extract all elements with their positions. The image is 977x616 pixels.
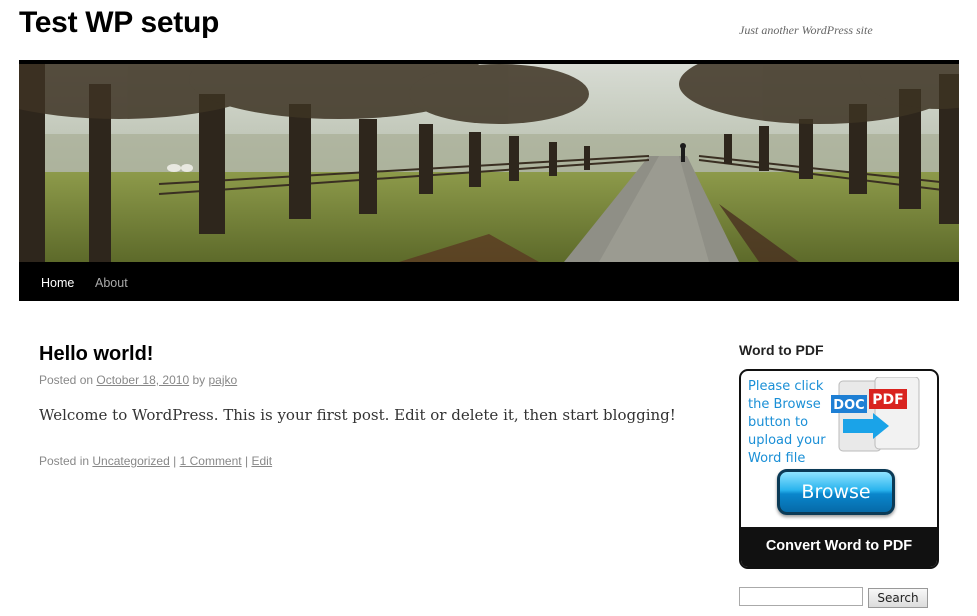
header-banner-image <box>19 64 959 262</box>
search-input[interactable] <box>739 587 863 606</box>
ad-footer: Convert Word to PDF <box>741 527 937 567</box>
widget-title: Word to PDF <box>739 342 824 358</box>
main-navigation: Home About <box>19 262 959 301</box>
post-content: Welcome to WordPress. This is your first… <box>39 406 676 424</box>
site-title[interactable]: Test WP setup <box>19 6 219 40</box>
browse-button[interactable]: Browse <box>777 469 895 515</box>
separator: | <box>173 454 177 468</box>
posted-in-label: Posted in <box>39 454 90 468</box>
post-title[interactable]: Hello world! <box>39 343 153 366</box>
site-description: Just another WordPress site <box>739 23 873 37</box>
search-button[interactable]: Search <box>868 588 928 608</box>
post-footer: Posted in Uncategorized | 1 Comment | Ed… <box>39 454 272 468</box>
nav-item-home[interactable]: Home <box>41 276 74 290</box>
doc-to-pdf-icon: DOC PDF <box>831 377 920 452</box>
word-to-pdf-ad[interactable]: Please click the Browse button to upload… <box>739 369 939 569</box>
separator: | <box>244 454 249 468</box>
edit-link[interactable]: Edit <box>251 454 272 468</box>
post-date-link[interactable]: October 18, 2010 <box>96 373 189 387</box>
by-label: by <box>192 373 206 387</box>
post-meta: Posted on October 18, 2010 by pajko <box>39 373 237 387</box>
pdf-label: PDF <box>872 392 903 408</box>
comments-link[interactable]: 1 Comment <box>180 454 242 468</box>
author-link[interactable]: pajko <box>209 373 238 387</box>
convert-label: Convert Word to PDF <box>765 538 913 554</box>
posted-on-label: Posted on <box>39 373 94 387</box>
nav-item-about[interactable]: About <box>95 276 128 290</box>
ad-instructions: Please click the Browse button to upload… <box>748 379 826 466</box>
category-link[interactable]: Uncategorized <box>92 454 169 468</box>
doc-label: DOC <box>833 398 864 413</box>
